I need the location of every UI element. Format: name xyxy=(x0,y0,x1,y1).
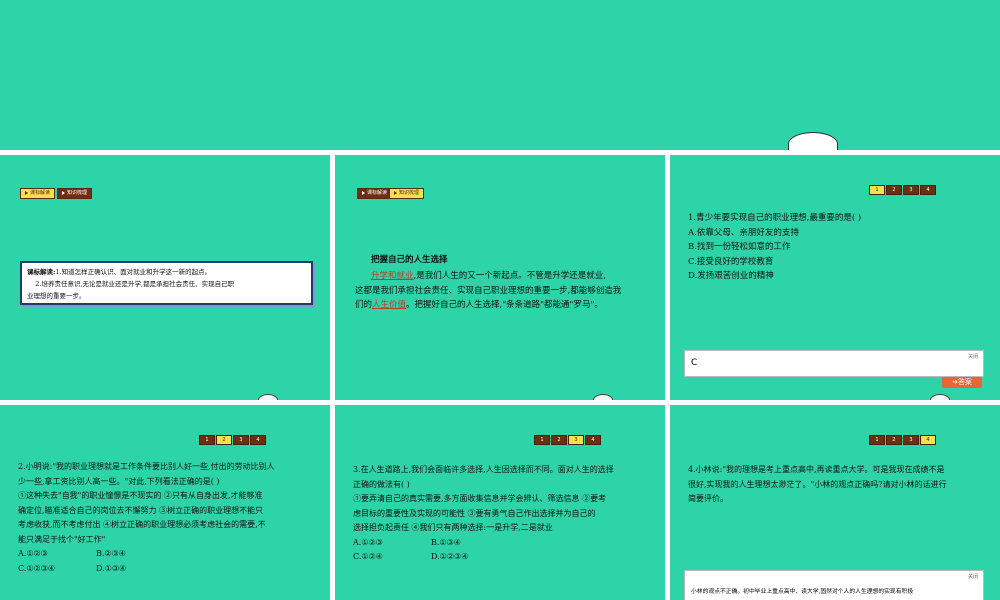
page-button-2[interactable]: 2 xyxy=(886,185,902,195)
page-button-4[interactable]: 4 xyxy=(585,435,601,445)
triangle-icon xyxy=(62,190,65,195)
options-row: C.①②③④ D.①③④ xyxy=(18,562,328,577)
question-4: 4.小林说:"我的理想是考上重点高中,再读重点大学。可是我现在成绩不是 很好,实… xyxy=(688,463,998,507)
standard-line: 2.培养责任意识,无论是就业还是升学,都是承担社会责任、实现自己职 xyxy=(35,280,235,288)
page-button-2[interactable]: 2 xyxy=(886,435,902,445)
question-line: 2.小明说:"我的职业理想就是工作条件要比别人好一些,付出的劳动比别人 xyxy=(18,462,275,471)
slide-6[interactable]: 1 2 3 4 4.小林说:"我的理想是考上重点高中,再读重点大学。可是我现在成… xyxy=(670,405,1000,600)
slide-5[interactable]: 1 2 3 4 3.在人生道路上,我们会面临许多选择,人生因选择而不同。面对人生… xyxy=(335,405,665,600)
question-stem: 1.青少年要实现自己的职业理想,最重要的是( ) xyxy=(688,213,862,223)
paragraph-text: 。把握好自己的人生选择,"条条道路"都能通"罗马"。 xyxy=(406,300,603,310)
options-row: C.①②④ D.①②③④ xyxy=(353,550,663,565)
triangle-icon xyxy=(362,190,365,195)
fill-blank: 人生价值 xyxy=(372,300,407,310)
question-line: 很好,实现我的人生理想太渺茫了。"小林的观点正确吗?请对小林的话进行 xyxy=(688,479,947,489)
question-2: 2.小明说:"我的职业理想就是工作条件要比别人好一些,付出的劳动比别人 少一些,… xyxy=(18,460,328,576)
close-button[interactable]: 关闭 xyxy=(968,353,978,360)
question-line: 4.小林说:"我的理想是考上重点高中,再读重点大学。可是我现在成绩不是 xyxy=(688,465,945,474)
divider xyxy=(330,150,335,600)
knowledge-paragraph: 升学和就业,是我们人生的又一个新起点。不管是升学还是就业, 这都是我们承担社会责… xyxy=(355,269,655,313)
question-line: 确定位,瞄准适合自己的岗位去不懈努力 ③树立正确的职业理想不能只 xyxy=(18,505,264,515)
page-button-1[interactable]: 1 xyxy=(869,435,885,445)
triangle-icon xyxy=(394,190,397,195)
slide-2[interactable]: 课标解读 知识梳理 把握自己的人生选择 升学和就业,是我们人生的又一个新起点。不… xyxy=(335,155,665,400)
close-button[interactable]: 关闭 xyxy=(968,573,978,580)
page-button-3[interactable]: 3 xyxy=(903,435,919,445)
question-line: 选择担负起责任 ④我们只有两种选择:一是升学,二是就业 xyxy=(353,523,553,532)
standard-box: 课标解读:1.知道怎样正确认识、面对就业和升学这一新的起点。 2.培养责任意识,… xyxy=(20,261,313,305)
standard-line: 1.知道怎样正确认识、面对就业和升学这一新的起点。 xyxy=(55,268,212,276)
option-a: A.依靠父母、亲朋好友的支持 xyxy=(688,227,799,238)
page-button-4[interactable]: 4 xyxy=(250,435,266,445)
page-button-3[interactable]: 3 xyxy=(903,185,919,195)
option-b: B.②③④ xyxy=(96,549,126,558)
answer-panel: 关闭 小林的观点不正确。初中毕业上重点高中、读大学,固然对个人的人生理想的实现有… xyxy=(684,570,984,600)
tab-label: 课标解读 xyxy=(367,190,388,196)
option-d: D.①③④ xyxy=(96,563,127,573)
option-b: B.①③④ xyxy=(431,537,461,547)
question-line: 少一些,拿工资比别人高一些。"对此,下列看法正确的是( ) xyxy=(18,476,220,486)
question-line: ①这种失去"自我"的职业憧憬是不现实的 ②只有从自身出发,才能够准 xyxy=(18,491,263,500)
option-c: C.接受良好的学校教育 xyxy=(688,256,774,267)
paragraph-text: 们的 xyxy=(355,300,373,310)
options-row: A.①②③ B.①③④ xyxy=(353,536,663,551)
question-pager: 1 2 3 4 xyxy=(869,435,936,445)
question-line: 虑目标的重要性及实现的可能性 ③要有勇气自己作出选择并为自己的 xyxy=(353,508,596,518)
page-button-1[interactable]: 1 xyxy=(869,185,885,195)
top-slide-fragment xyxy=(0,0,1000,150)
tab-label: 课标解读 xyxy=(30,190,51,196)
answer-button[interactable]: ➔答案 xyxy=(942,377,982,388)
triangle-icon xyxy=(25,190,28,195)
question-pager: 1 2 3 4 xyxy=(534,435,601,445)
tab-knowledge[interactable]: 知识梳理 xyxy=(389,188,425,199)
standard-label: 课标解读: xyxy=(27,268,56,276)
standard-text: 课标解读:1.知道怎样正确认识、面对就业和升学这一新的起点。 2.培养责任意识,… xyxy=(22,263,311,305)
slide-4[interactable]: 1 2 3 4 2.小明说:"我的职业理想就是工作条件要比别人好一些,付出的劳动… xyxy=(0,405,330,600)
answer-text: C xyxy=(691,358,698,368)
tab-label: 知识梳理 xyxy=(67,190,88,196)
page-button-1[interactable]: 1 xyxy=(199,435,215,445)
paragraph-text: 这都是我们承担社会责任、实现自己职业理想的重要一步,都能够创造我 xyxy=(355,285,622,296)
option-a: A.①②③ xyxy=(353,537,383,547)
page-button-1[interactable]: 1 xyxy=(534,435,550,445)
page-button-2[interactable]: 2 xyxy=(551,435,567,445)
divider xyxy=(665,150,670,600)
paragraph-text: ,是我们人生的又一个新起点。不管是升学还是就业, xyxy=(413,271,606,281)
answer-text: 小林的观点不正确。初中毕业上重点高中、读大学,固然对个人的人生理想的实现有积极 xyxy=(691,589,914,595)
page-button-3[interactable]: 3 xyxy=(568,435,584,445)
options-row: A.①②③ B.②③④ xyxy=(18,547,328,562)
tab-standard[interactable]: 课标解读 xyxy=(20,188,56,199)
question-line: 3.在人生道路上,我们会面临许多选择,人生因选择而不同。面对人生的选择 xyxy=(353,465,614,474)
page-button-3[interactable]: 3 xyxy=(233,435,249,445)
fill-blank: 升学和就业 xyxy=(371,271,414,281)
question-pager: 1 2 3 4 xyxy=(869,185,936,195)
answer-button-label: 答案 xyxy=(957,378,972,386)
option-c: C.①②③④ xyxy=(18,563,56,573)
tab-knowledge[interactable]: 知识梳理 xyxy=(57,188,93,199)
standard-line: 业理想的重要一步。 xyxy=(27,292,86,300)
question-line: 考虑收获,而不考虑付出 ④树立正确的职业理想必须考虑社会的需要,不 xyxy=(18,520,266,529)
option-b: B.找到一份轻松如意的工作 xyxy=(688,242,791,252)
answer-panel: 关闭 C xyxy=(684,350,984,377)
page-button-4[interactable]: 4 xyxy=(920,435,936,445)
option-c: C.①②④ xyxy=(353,552,383,561)
question-line: ①要弄清自己的真实需要,多方面收集信息并学会辨认、筛选信息 ②要考 xyxy=(353,494,607,503)
question-3: 3.在人生道路上,我们会面临许多选择,人生因选择而不同。面对人生的选择 正确的做… xyxy=(353,463,663,565)
slide-1[interactable]: 课标解读 知识梳理 课标解读:1.知道怎样正确认识、面对就业和升学这一新的起点。… xyxy=(0,155,330,400)
option-a: A.①②③ xyxy=(18,549,48,558)
tab-standard[interactable]: 课标解读 xyxy=(357,188,393,199)
page-button-2[interactable]: 2 xyxy=(216,435,232,445)
question-line: 能只满足于找个"好工作" xyxy=(18,534,106,544)
question-pager: 1 2 3 4 xyxy=(199,435,266,445)
option-d: D.①②③④ xyxy=(431,552,469,561)
section-heading: 把握自己的人生选择 xyxy=(371,255,448,265)
question-line: 简要评价。 xyxy=(688,494,728,503)
option-d: D.发扬艰苦创业的精神 xyxy=(688,271,774,281)
page-button-4[interactable]: 4 xyxy=(920,185,936,195)
slide-3[interactable]: 1 2 3 4 1.青少年要实现自己的职业理想,最重要的是( ) A.依靠父母、… xyxy=(670,155,1000,400)
question-line: 正确的做法有( ) xyxy=(353,479,410,489)
tab-label: 知识梳理 xyxy=(399,190,420,196)
decorative-mound xyxy=(788,132,838,150)
question-1: 1.青少年要实现自己的职业理想,最重要的是( ) A.依靠父母、亲朋好友的支持 … xyxy=(688,211,988,284)
